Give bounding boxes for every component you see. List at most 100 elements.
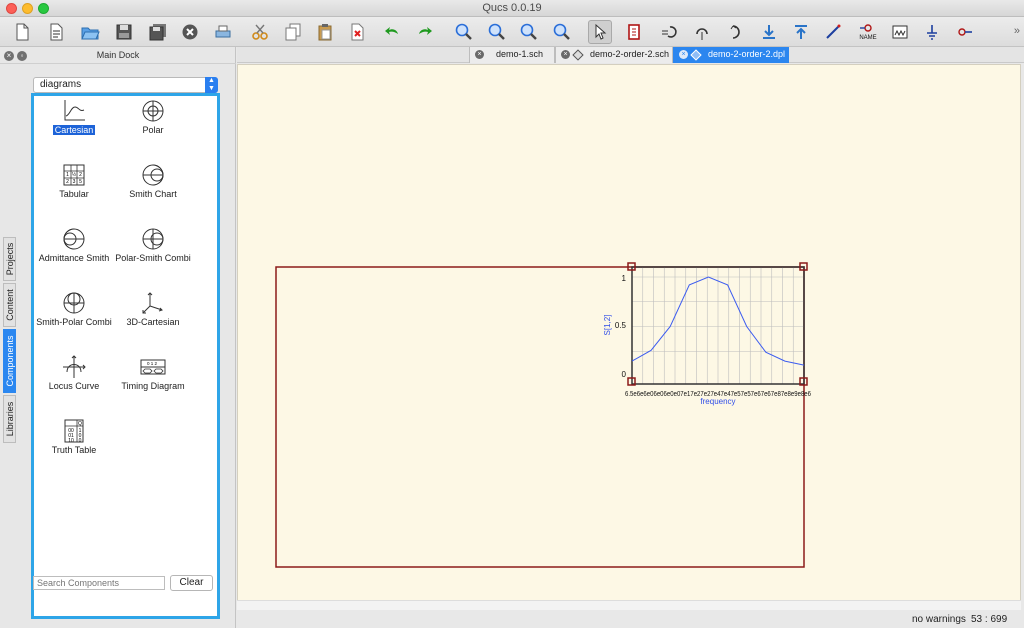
component-cartesian[interactable]: Cartesian [29, 98, 119, 136]
floppy-icon [116, 24, 132, 40]
marker-button[interactable] [953, 20, 977, 44]
close-circle-icon [182, 24, 198, 40]
printer-icon [215, 25, 231, 38]
dock-title: Main Dock [0, 47, 236, 64]
enter-subcircuit-button[interactable] [757, 20, 781, 44]
side-tab-content[interactable]: Content [3, 283, 16, 327]
side-tab-libraries[interactable]: Libraries [3, 395, 16, 443]
rotate-icon [662, 26, 677, 38]
component-locus-curve[interactable]: Locus Curve [29, 354, 119, 392]
svg-text:2: 2 [79, 172, 82, 178]
clear-button[interactable]: Clear [170, 575, 213, 591]
zoom-reset-icon [488, 23, 505, 40]
insert-equation-button[interactable] [622, 20, 646, 44]
category-select[interactable]: diagrams ▲ ▼ [33, 77, 218, 93]
3d-cartesian-icon [142, 292, 163, 314]
new-file-icon [16, 23, 29, 41]
copy-icon [285, 23, 301, 41]
zoom-out-button[interactable] [550, 20, 574, 44]
tab-close-icon[interactable]: × [679, 50, 688, 59]
svg-text:1: 1 [66, 172, 69, 178]
undo-button[interactable] [380, 20, 404, 44]
main-toolbar: NAME » [0, 17, 1024, 47]
cut-button[interactable] [248, 20, 272, 44]
component-label: Locus Curve [48, 381, 100, 391]
component-admittance-smith[interactable]: Admittance Smith [29, 226, 119, 264]
horizontal-scrollbar[interactable] [237, 600, 1021, 610]
svg-text:5: 5 [79, 179, 82, 185]
file-modified-icon [572, 49, 584, 61]
port-button[interactable] [888, 20, 912, 44]
component-smith-polar-combi[interactable]: Smith-Polar Combi [29, 290, 119, 328]
component-timing-diagram[interactable]: 0 1 2 Timing Diagram [108, 354, 198, 392]
tab-close-icon[interactable]: × [475, 50, 484, 59]
tab-demo-2-order-2-sch[interactable]: × demo-2-order-2.sch [555, 47, 673, 63]
y-axis-label: S[1,2] [603, 315, 612, 336]
pointer-icon [595, 23, 607, 40]
component-label: Smith-Polar Combi [36, 317, 112, 327]
tab-close-icon[interactable]: × [561, 50, 570, 59]
new-file-button[interactable] [10, 20, 34, 44]
zoom-in-button[interactable] [517, 20, 541, 44]
warnings-status: no warnings [912, 614, 966, 625]
rotate-button[interactable] [656, 20, 680, 44]
svg-text:0 1 2: 0 1 2 [147, 361, 158, 366]
exit-subcircuit-button[interactable] [789, 20, 813, 44]
paste-button[interactable] [313, 20, 337, 44]
mirror-x-button[interactable] [690, 20, 714, 44]
cartesian-icon [64, 100, 85, 121]
tab-demo-1-sch[interactable]: × demo-1.sch [469, 47, 555, 63]
arrow-up-icon [795, 25, 807, 39]
admittance-smith-icon [63, 228, 85, 250]
select-tool-button[interactable] [588, 20, 612, 44]
save-all-button[interactable] [146, 20, 170, 44]
mirror-x-icon [696, 28, 708, 40]
component-smith-chart[interactable]: Smith Chart [108, 162, 198, 200]
component-3d-cartesian[interactable]: 3D-Cartesian [108, 290, 198, 328]
svg-text:½: ½ [72, 171, 77, 178]
component-tabular[interactable]: 1½2 235 Tabular [29, 162, 119, 200]
delete-doc-icon [351, 23, 364, 41]
component-label: Tabular [59, 189, 89, 199]
search-components-input[interactable] [33, 576, 165, 590]
x-axis-label: frequency [700, 397, 735, 406]
open-button[interactable] [78, 20, 102, 44]
component-truth-table[interactable]: Q 00 1 01 0 10 0 Truth Table [29, 418, 119, 456]
component-label: Truth Table [51, 445, 97, 455]
schematic-canvas[interactable]: 1 0.5 0 6.5e6e6e06e06e0e07e17e27e27e47e4… [237, 64, 1021, 610]
tab-demo-2-order-2-dpl[interactable]: × demo-2-order-2.dpl [673, 47, 789, 63]
copy-button[interactable] [281, 20, 305, 44]
side-tab-components[interactable]: Components [3, 329, 16, 393]
svg-text:0: 0 [79, 438, 82, 444]
label-name-button[interactable]: NAME [854, 20, 882, 44]
view-all-button[interactable] [452, 20, 476, 44]
name-tag-icon: NAME [859, 24, 877, 41]
tabular-icon: 1 ½ 2 2 3 5 [63, 164, 85, 186]
new-text-icon [50, 23, 63, 41]
port-icon [892, 25, 908, 39]
file-modified-icon [690, 49, 702, 61]
wire-button[interactable] [821, 20, 845, 44]
component-polar[interactable]: Polar [108, 98, 198, 136]
smith-polar-icon [63, 292, 85, 314]
view-1-1-button[interactable] [485, 20, 509, 44]
arrow-down-icon [763, 25, 775, 39]
close-file-button[interactable] [178, 20, 202, 44]
main-dock: × ◦ Main Dock diagrams ▲ ▼ Cartesian Pola… [0, 47, 236, 628]
save-button[interactable] [112, 20, 136, 44]
component-polar-smith-combi[interactable]: Polar-Smith Combi [108, 226, 198, 264]
redo-button[interactable] [413, 20, 437, 44]
components-list: Cartesian Polar 1½2 235 Tabular Smith Cha… [31, 93, 220, 619]
toolbar-overflow-icon[interactable]: » [1014, 25, 1020, 37]
plot-grid [632, 267, 804, 384]
ground-button[interactable] [920, 20, 944, 44]
zoom-fit-icon [455, 23, 472, 40]
equation-icon [628, 24, 640, 40]
mirror-y-button[interactable] [723, 20, 747, 44]
print-button[interactable] [211, 20, 235, 44]
side-tab-projects[interactable]: Projects [3, 237, 16, 281]
delete-button[interactable] [345, 20, 369, 44]
wire-icon [826, 24, 841, 39]
polar-smith-icon [142, 228, 164, 250]
new-text-button[interactable] [44, 20, 68, 44]
